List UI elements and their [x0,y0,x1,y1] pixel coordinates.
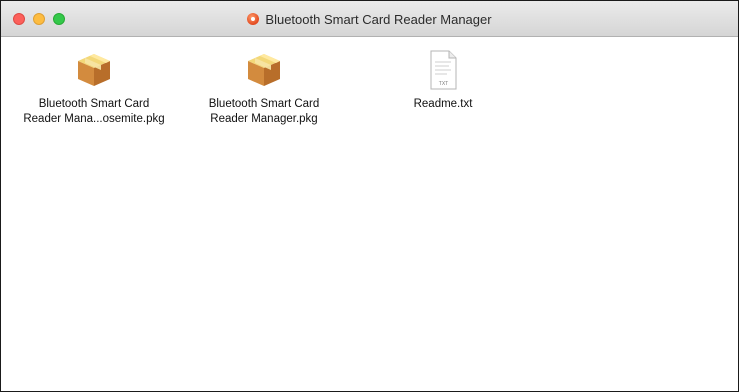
zoom-button[interactable] [53,13,65,25]
txt-badge: TXT [439,81,448,87]
file-item-manager-pkg[interactable]: Bluetooth Smart Card Reader Manager.pkg [184,46,344,127]
title-bar[interactable]: Bluetooth Smart Card Reader Manager [1,1,738,37]
close-button[interactable] [13,13,25,25]
file-area[interactable]: Bluetooth Smart Card Reader Mana...osemi… [1,38,738,391]
file-name: Bluetooth Smart Card Reader Manager.pkg [208,98,320,125]
disk-image-icon [247,13,260,25]
window-title-group: Bluetooth Smart Card Reader Manager [1,1,738,37]
file-name: Bluetooth Smart Card Reader Mana...osemi… [23,98,165,125]
package-icon [70,46,118,94]
file-item-readme[interactable]: TXT Readme.txt [363,46,523,112]
package-icon [240,46,288,94]
finder-window: Bluetooth Smart Card Reader Manager Blue… [0,0,739,392]
text-document-icon: TXT [419,46,467,94]
window-title: Bluetooth Smart Card Reader Manager [265,11,492,27]
file-name: Readme.txt [413,98,473,110]
file-item-yosemite-pkg[interactable]: Bluetooth Smart Card Reader Mana...osemi… [14,46,174,127]
minimize-button[interactable] [33,13,45,25]
